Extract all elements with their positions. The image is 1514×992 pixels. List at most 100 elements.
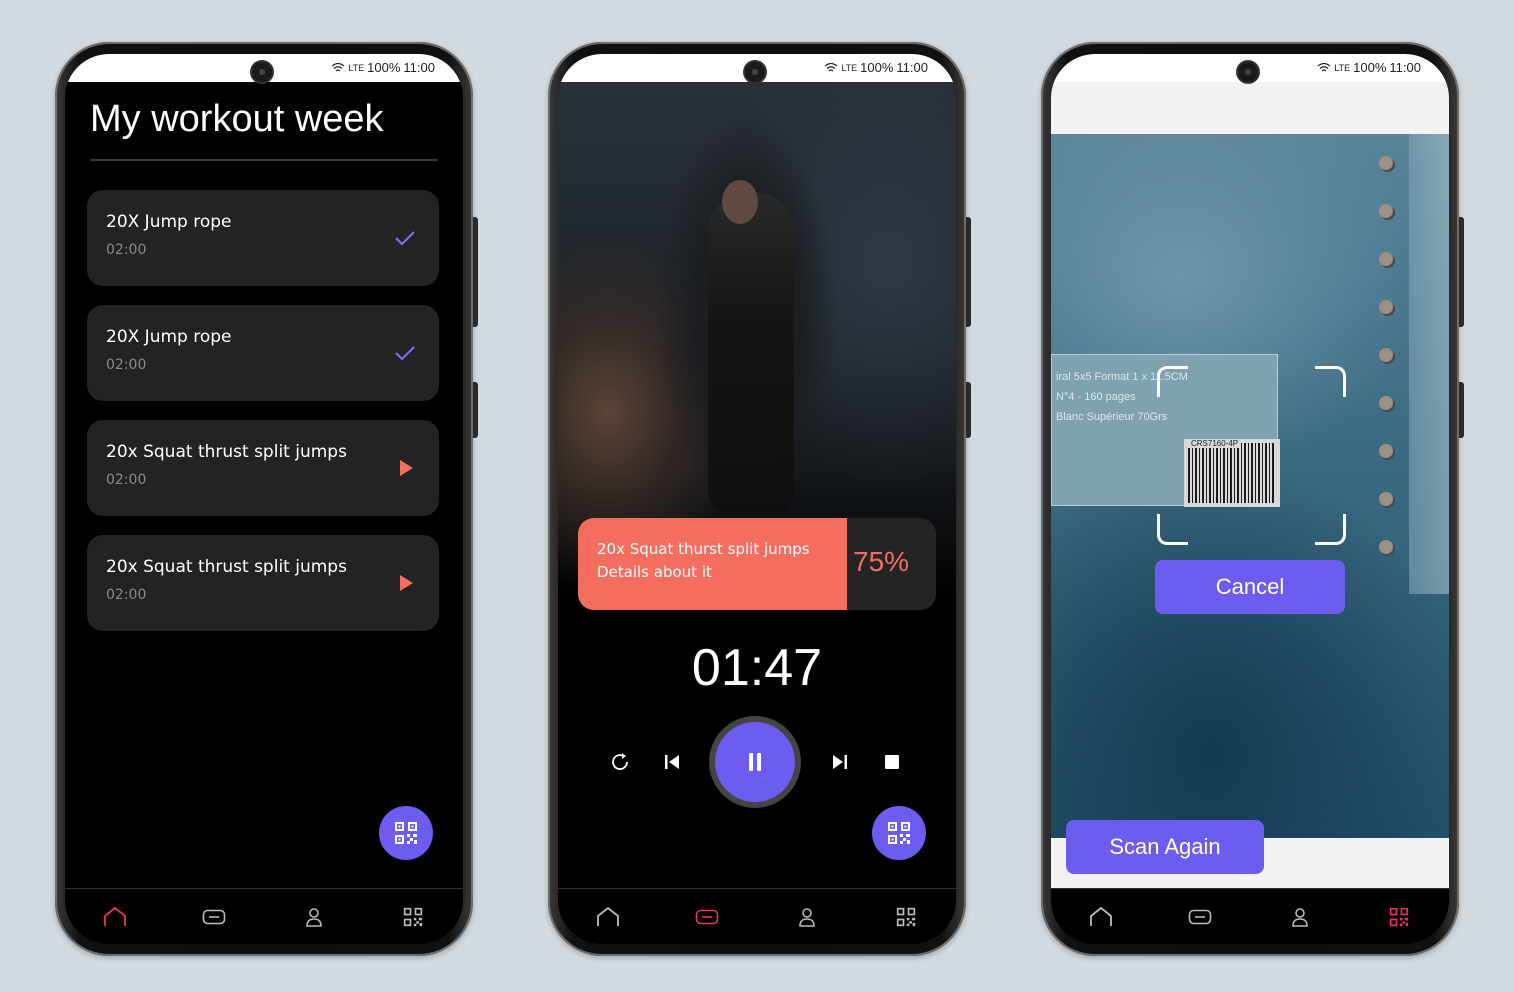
scan-frame-corner: [1157, 514, 1188, 545]
nav-scan[interactable]: [1379, 897, 1419, 937]
workout-item[interactable]: 20x Squat thrust split jumps 02:00: [87, 420, 439, 516]
workout-item-duration: 02:00: [106, 242, 147, 258]
bottom-navigation: [1051, 888, 1449, 944]
next-icon: [833, 755, 847, 769]
pause-icon: [749, 753, 761, 771]
workout-item-name: 20X Jump rope: [106, 327, 232, 347]
wifi-icon: [824, 62, 838, 71]
label-text: N°4 - 160 pages: [1056, 391, 1136, 403]
scanner-header: [1051, 82, 1449, 134]
nav-home[interactable]: [1081, 897, 1121, 937]
scan-again-button[interactable]: Scan Again: [1066, 820, 1264, 874]
exercise-name: 20x Squat thurst split jumps: [597, 540, 810, 558]
status-bar: LTE 100% 11:00: [1051, 54, 1449, 82]
nav-scan[interactable]: [393, 897, 433, 937]
player-icon: [202, 909, 226, 925]
stop-button[interactable]: [878, 748, 906, 776]
label-text: Blanc Supérieur 70Grs: [1056, 411, 1168, 423]
divider: [90, 159, 438, 161]
play-icon[interactable]: [393, 571, 417, 595]
nav-profile[interactable]: [294, 897, 334, 937]
qr-code-icon: [888, 822, 910, 844]
restart-icon: [612, 753, 628, 770]
battery-level: 100%: [860, 60, 894, 75]
previous-button[interactable]: [658, 748, 686, 776]
workout-item-duration: 02:00: [106, 357, 147, 373]
check-icon: [395, 231, 415, 246]
playback-controls: [558, 722, 956, 802]
countdown-timer: 01:47: [691, 639, 823, 697]
workout-item-duration: 02:00: [106, 587, 147, 603]
workout-item[interactable]: 20X Jump rope 02:00: [87, 190, 439, 286]
workout-item-name: 20x Squat thrust split jumps: [106, 557, 347, 577]
battery-level: 100%: [1353, 60, 1387, 75]
player-icon: [1188, 909, 1212, 925]
nav-player[interactable]: [687, 897, 727, 937]
front-camera: [252, 62, 272, 82]
qr-code-icon: [1390, 907, 1409, 927]
stop-icon: [885, 755, 899, 769]
home-icon: [1089, 907, 1112, 926]
workout-item[interactable]: 20X Jump rope 02:00: [87, 305, 439, 401]
network-type: LTE: [1334, 62, 1351, 73]
exercise-progress-card: 20x Squat thurst split jumps Details abo…: [578, 518, 936, 610]
play-icon[interactable]: [393, 456, 417, 480]
workout-item-name: 20X Jump rope: [106, 212, 232, 232]
scan-frame-corner: [1315, 366, 1346, 397]
profile-icon: [305, 908, 322, 927]
next-button[interactable]: [826, 748, 854, 776]
clock: 11:00: [1389, 60, 1421, 75]
label-code: CRS7160-4P: [1188, 439, 1242, 448]
home-icon: [103, 907, 126, 926]
workout-screen: LTE 100% 11:00 My workout week 20X Jump …: [65, 54, 463, 944]
scan-qr-button[interactable]: [872, 806, 926, 860]
scan-frame-corner: [1315, 514, 1346, 545]
clock: 11:00: [896, 60, 928, 75]
network-type: LTE: [841, 62, 858, 73]
pause-button[interactable]: [715, 722, 795, 802]
phone-frame-workout: LTE 100% 11:00 My workout week 20X Jump …: [55, 42, 478, 956]
status-bar: LTE 100% 11:00: [558, 54, 956, 82]
home-icon: [596, 907, 619, 926]
front-camera: [1238, 62, 1258, 82]
qr-code-icon: [897, 907, 916, 927]
phone-frame-scanner: LTE 100% 11:00 iral 5x5 Format 1 x 11.5C…: [1041, 42, 1464, 956]
scan-qr-button[interactable]: [379, 806, 433, 860]
previous-icon: [665, 755, 679, 769]
front-camera: [745, 62, 765, 82]
player-icon: [695, 909, 719, 925]
scan-frame-corner: [1157, 366, 1188, 397]
exercise-details: Details about it: [597, 563, 712, 581]
phone-frame-player: LTE 100% 11:00 20x Squat thurst split ju…: [548, 42, 971, 956]
page-title: My workout week: [90, 98, 384, 140]
profile-icon: [1291, 908, 1308, 927]
wifi-icon: [1317, 62, 1331, 71]
qr-code-icon: [404, 907, 423, 927]
bottom-navigation: [558, 888, 956, 944]
nav-scan[interactable]: [886, 897, 926, 937]
nav-player[interactable]: [1180, 897, 1220, 937]
network-type: LTE: [348, 62, 365, 73]
cancel-button[interactable]: Cancel: [1155, 560, 1345, 614]
check-icon: [395, 346, 415, 361]
nav-profile[interactable]: [1280, 897, 1320, 937]
nav-player[interactable]: [194, 897, 234, 937]
bottom-navigation: [65, 888, 463, 944]
player-screen: LTE 100% 11:00 20x Squat thurst split ju…: [558, 54, 956, 944]
workout-item-name: 20x Squat thrust split jumps: [106, 442, 347, 462]
scanner-screen: LTE 100% 11:00 iral 5x5 Format 1 x 11.5C…: [1051, 54, 1449, 944]
profile-icon: [798, 908, 815, 927]
nav-profile[interactable]: [787, 897, 827, 937]
restart-button[interactable]: [606, 748, 634, 776]
nav-home[interactable]: [95, 897, 135, 937]
qr-code-icon: [395, 822, 417, 844]
clock: 11:00: [403, 60, 435, 75]
battery-level: 100%: [367, 60, 401, 75]
nav-home[interactable]: [588, 897, 628, 937]
barcode: [1184, 439, 1280, 507]
status-bar: LTE 100% 11:00: [65, 54, 463, 82]
progress-percent: 75%: [853, 546, 910, 577]
wifi-icon: [331, 62, 345, 71]
camera-viewfinder[interactable]: iral 5x5 Format 1 x 11.5CM N°4 - 160 pag…: [1051, 134, 1449, 838]
workout-item[interactable]: 20x Squat thrust split jumps 02:00: [87, 535, 439, 631]
